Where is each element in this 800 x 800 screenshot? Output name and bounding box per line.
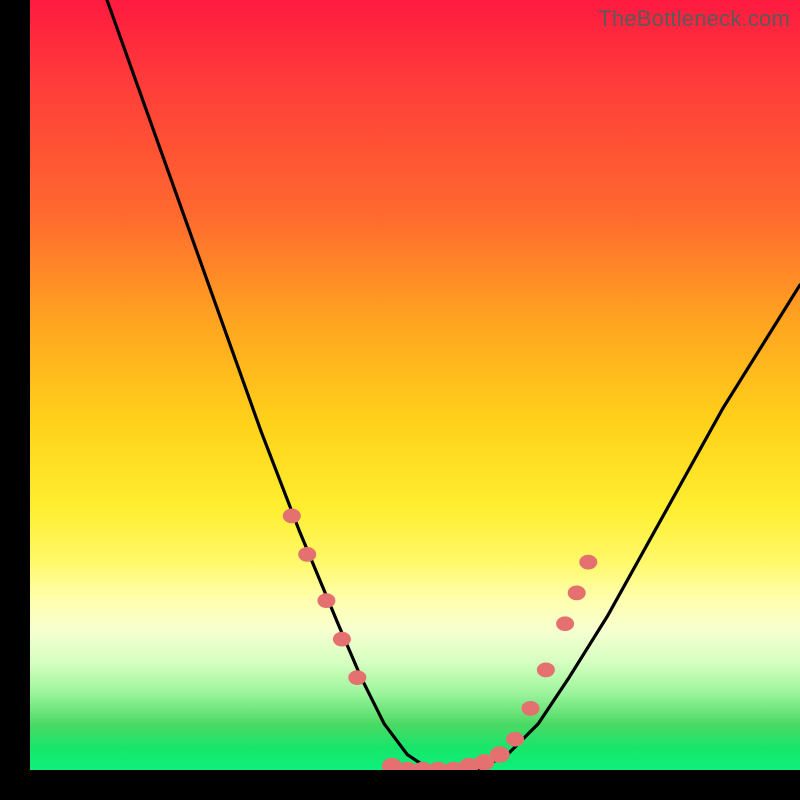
curve-marker [333, 632, 351, 647]
curve-marker [283, 509, 301, 524]
curve-layer [107, 0, 800, 770]
bottleneck-curve [107, 0, 800, 770]
curve-marker [522, 701, 540, 716]
curve-marker [568, 586, 586, 601]
bottleneck-curve-svg [30, 0, 800, 770]
curve-marker [506, 732, 524, 747]
curve-markers [283, 509, 598, 770]
watermark-text: TheBottleneck.com [598, 6, 790, 32]
plot-area [30, 0, 800, 770]
curve-marker [556, 616, 574, 631]
curve-marker [317, 593, 335, 608]
curve-marker [537, 663, 555, 678]
curve-marker [490, 746, 510, 762]
chart-frame: TheBottleneck.com [0, 0, 800, 800]
curve-marker [298, 547, 316, 562]
curve-marker [348, 670, 366, 685]
curve-marker [579, 555, 597, 570]
